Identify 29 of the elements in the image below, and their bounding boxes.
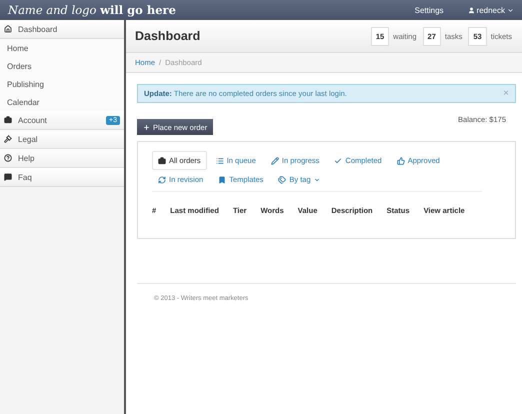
sidebar-subitem[interactable]: Publishing [0,75,124,93]
pencil-icon [270,156,279,164]
bookmark-icon [218,176,226,184]
user-menu[interactable]: redneck [468,6,514,14]
user-icon [468,6,475,14]
briefcase-icon [158,156,166,164]
briefcase-icon [4,116,12,124]
chat-icon [4,173,12,181]
caret-icon [314,176,320,182]
gavel-icon [4,135,12,143]
sidebar-item[interactable]: Help [0,149,124,168]
page-title: Dashboard [135,29,202,43]
check-icon [334,156,342,164]
sidebar-item[interactable]: Faq [0,168,124,187]
caret-icon [507,6,514,14]
logo-text: Name and logo will go here [8,3,177,17]
sidebar-subitem[interactable]: Orders [0,57,124,75]
sidebar-subitem[interactable]: Home [0,39,124,57]
refresh-icon [158,176,166,184]
tags-icon [278,176,286,184]
plus-icon [143,124,150,130]
help-icon [4,154,12,162]
sidebar-item[interactable]: Legal [0,130,124,149]
list-icon [216,156,224,164]
house-icon [4,25,12,33]
settings-link[interactable]: Settings [414,6,444,14]
sidebar-subitem[interactable]: Calendar [0,93,124,111]
thumbs-up-icon [396,156,405,164]
sidebar-item[interactable]: Dashboard [0,20,124,39]
